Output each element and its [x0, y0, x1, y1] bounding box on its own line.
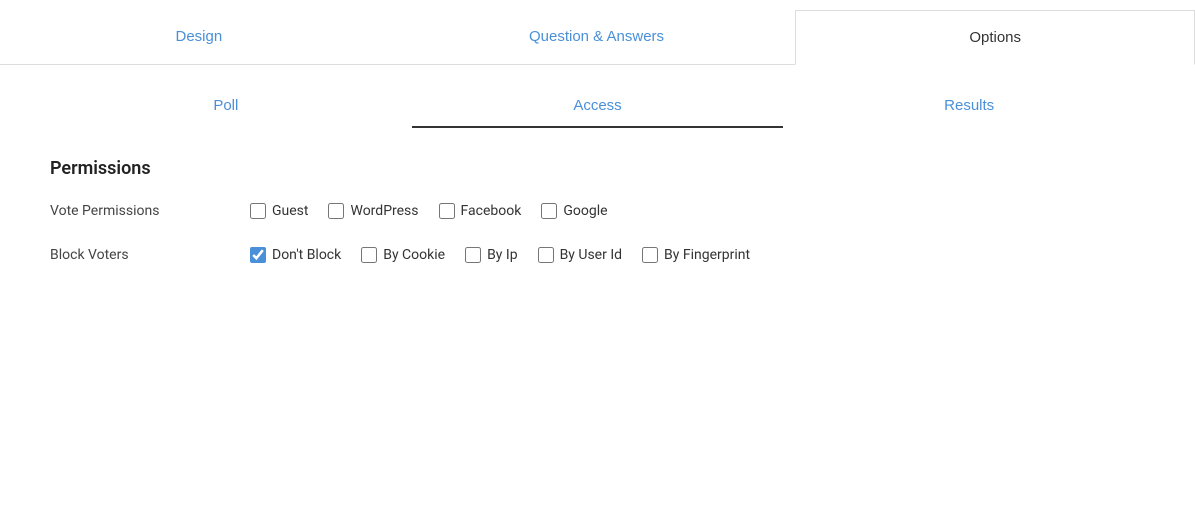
- guest-checkbox[interactable]: [250, 203, 266, 219]
- wordpress-checkbox[interactable]: [328, 203, 344, 219]
- checkbox-by-ip[interactable]: By Ip: [465, 247, 518, 263]
- sub-tabs: Poll Access Results: [0, 85, 1195, 128]
- block-voters-label: Block Voters: [50, 247, 250, 263]
- checkbox-dont-block[interactable]: Don't Block: [250, 247, 341, 263]
- facebook-checkbox[interactable]: [439, 203, 455, 219]
- by-user-id-label: By User Id: [560, 247, 622, 263]
- main-tabs: Design Question & Answers Options: [0, 10, 1195, 65]
- vote-permissions-label: Vote Permissions: [50, 203, 250, 219]
- section-title: Permissions: [50, 158, 1145, 179]
- by-ip-checkbox[interactable]: [465, 247, 481, 263]
- subtab-access[interactable]: Access: [412, 85, 784, 128]
- subtab-results[interactable]: Results: [783, 85, 1155, 128]
- google-label: Google: [563, 203, 607, 219]
- by-fingerprint-checkbox[interactable]: [642, 247, 658, 263]
- checkbox-facebook[interactable]: Facebook: [439, 203, 522, 219]
- facebook-label: Facebook: [461, 203, 522, 219]
- by-fingerprint-label: By Fingerprint: [664, 247, 750, 263]
- google-checkbox[interactable]: [541, 203, 557, 219]
- content-area: Permissions Vote Permissions Guest WordP…: [0, 128, 1195, 321]
- checkbox-google[interactable]: Google: [541, 203, 607, 219]
- tab-options[interactable]: Options: [795, 10, 1195, 65]
- checkbox-by-cookie[interactable]: By Cookie: [361, 247, 445, 263]
- by-cookie-checkbox[interactable]: [361, 247, 377, 263]
- block-voters-row: Block Voters Don't Block By Cookie By Ip…: [50, 247, 1145, 263]
- tab-design[interactable]: Design: [0, 10, 398, 65]
- by-user-id-checkbox[interactable]: [538, 247, 554, 263]
- checkbox-by-user-id[interactable]: By User Id: [538, 247, 622, 263]
- checkbox-by-fingerprint[interactable]: By Fingerprint: [642, 247, 750, 263]
- subtab-poll[interactable]: Poll: [40, 85, 412, 128]
- by-cookie-label: By Cookie: [383, 247, 445, 263]
- dont-block-label: Don't Block: [272, 247, 341, 263]
- guest-label: Guest: [272, 203, 308, 219]
- wordpress-label: WordPress: [350, 203, 418, 219]
- checkbox-guest[interactable]: Guest: [250, 203, 308, 219]
- vote-permissions-group: Guest WordPress Facebook Google: [250, 203, 608, 219]
- by-ip-label: By Ip: [487, 247, 518, 263]
- checkbox-wordpress[interactable]: WordPress: [328, 203, 418, 219]
- vote-permissions-row: Vote Permissions Guest WordPress Faceboo…: [50, 203, 1145, 219]
- dont-block-checkbox[interactable]: [250, 247, 266, 263]
- tab-qa[interactable]: Question & Answers: [398, 10, 796, 65]
- block-voters-group: Don't Block By Cookie By Ip By User Id B…: [250, 247, 750, 263]
